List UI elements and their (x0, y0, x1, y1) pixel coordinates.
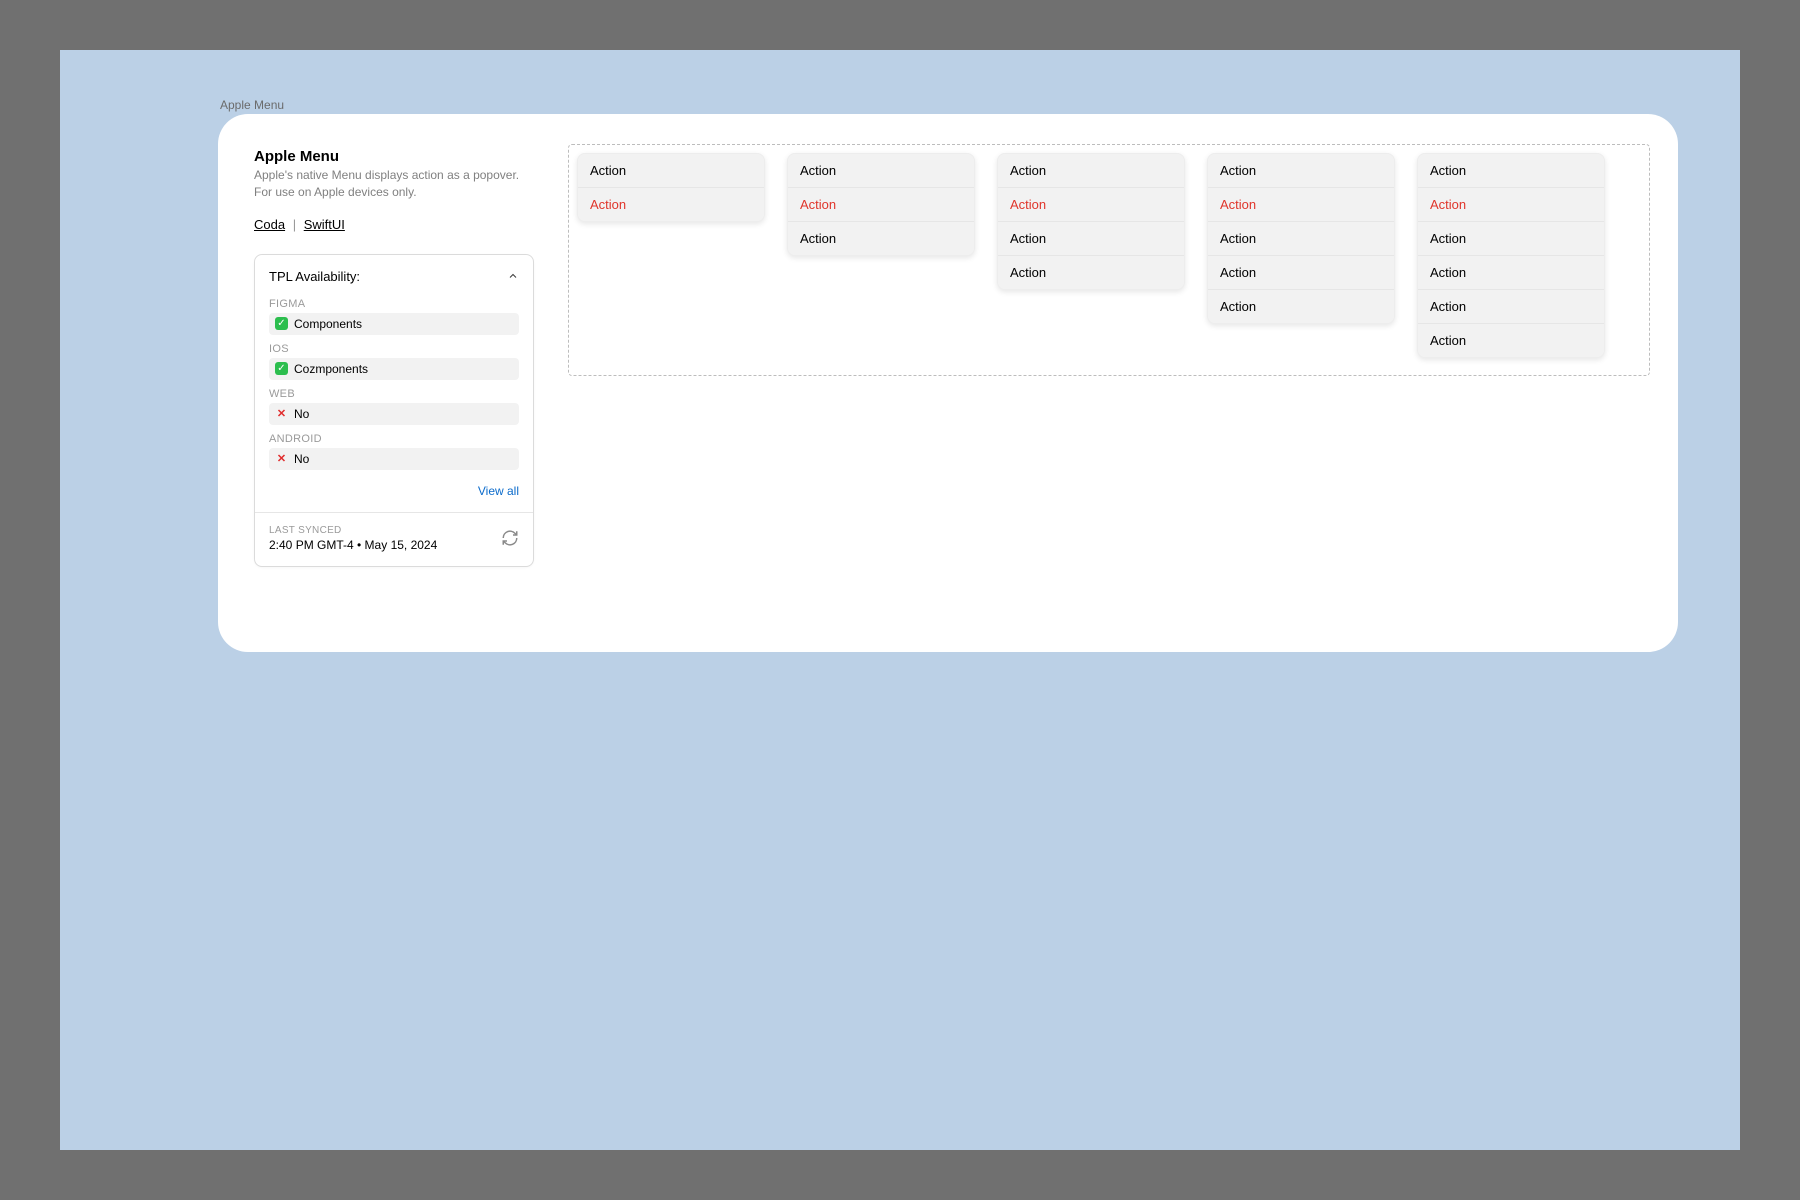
menu-item[interactable]: Action (998, 154, 1184, 188)
menu-item[interactable]: Action (1208, 154, 1394, 188)
menu-item[interactable]: Action (1418, 290, 1604, 324)
menu-item[interactable]: Action (1418, 324, 1604, 357)
availability-card: TPL Availability: FIGMA ✓ Components IOS ✓ Co… (254, 254, 534, 567)
menu-item[interactable]: Action (578, 154, 764, 188)
check-icon: ✓ (275, 317, 288, 330)
menu-3: ActionActionActionAction (997, 153, 1185, 290)
menu-item[interactable]: Action (1208, 256, 1394, 290)
menu-item[interactable]: Action (998, 256, 1184, 289)
avail-row: ✓ Components (269, 313, 519, 335)
menu-item[interactable]: Action (788, 222, 974, 255)
menu-item[interactable]: Action (1208, 290, 1394, 323)
menu-item[interactable]: Action (1418, 154, 1604, 188)
doc-links: Coda | SwiftUI (254, 217, 536, 232)
menu-5: ActionActionActionActionActionAction (1417, 153, 1605, 358)
last-synced-label: LAST SYNCED (269, 525, 437, 536)
menu-item[interactable]: Action (1208, 188, 1394, 222)
avail-label: No (294, 452, 309, 466)
page-title: Apple Menu (254, 148, 536, 165)
refresh-icon[interactable] (501, 529, 519, 547)
component-stage: ActionActionActionActionActionActionActi… (568, 144, 1650, 376)
avail-group-web: WEB (269, 388, 519, 400)
check-icon: ✓ (275, 362, 288, 375)
menu-item[interactable]: Action (1208, 222, 1394, 256)
link-coda[interactable]: Coda (254, 217, 285, 232)
avail-label: No (294, 407, 309, 421)
menu-item[interactable]: Action (578, 188, 764, 221)
avail-row: ✕ No (269, 403, 519, 425)
avail-row: ✕ No (269, 448, 519, 470)
menu-item[interactable]: Action (998, 188, 1184, 222)
menu-2: ActionActionAction (787, 153, 975, 256)
availability-title: TPL Availability: (269, 269, 360, 284)
menu-4: ActionActionActionActionAction (1207, 153, 1395, 324)
avail-label: Cozmponents (294, 362, 368, 376)
menu-item[interactable]: Action (1418, 188, 1604, 222)
menu-item[interactable]: Action (788, 154, 974, 188)
link-separator: | (293, 217, 296, 232)
frame-label: Apple Menu (220, 98, 284, 112)
doc-panel: Apple Menu Apple's native Menu displays … (218, 114, 1678, 652)
avail-label: Components (294, 317, 362, 331)
chevron-up-icon[interactable] (507, 270, 519, 282)
cross-icon: ✕ (275, 452, 288, 465)
avail-row: ✓ Cozmponents (269, 358, 519, 380)
menu-item[interactable]: Action (788, 188, 974, 222)
cross-icon: ✕ (275, 407, 288, 420)
artboard: Apple Menu Apple Menu Apple's native Men… (60, 50, 1740, 1150)
link-swiftui[interactable]: SwiftUI (304, 217, 345, 232)
avail-group-android: ANDROID (269, 433, 519, 445)
last-synced-value: 2:40 PM GMT-4 • May 15, 2024 (269, 538, 437, 552)
menu-item[interactable]: Action (1418, 222, 1604, 256)
figma-canvas: Apple Menu Apple Menu Apple's native Men… (0, 0, 1800, 1200)
menu-item[interactable]: Action (998, 222, 1184, 256)
view-all-link[interactable]: View all (478, 484, 519, 498)
avail-group-ios: IOS (269, 343, 519, 355)
avail-group-figma: FIGMA (269, 298, 519, 310)
menu-item[interactable]: Action (1418, 256, 1604, 290)
menu-1: ActionAction (577, 153, 765, 222)
page-description: Apple's native Menu displays action as a… (254, 167, 536, 201)
